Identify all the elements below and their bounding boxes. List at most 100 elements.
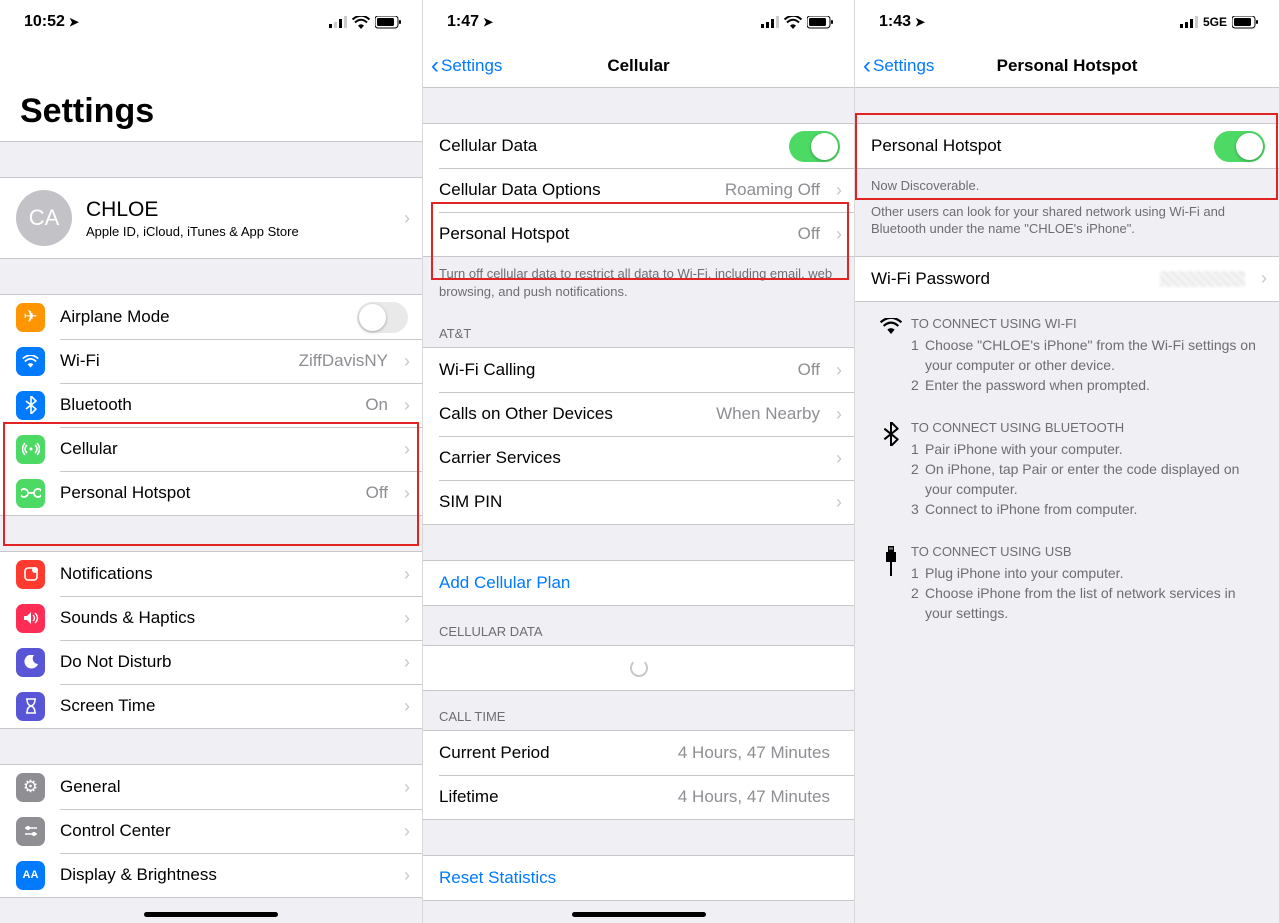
display-row[interactable]: AA Display & Brightness › [0, 853, 422, 897]
sim-pin-row[interactable]: SIM PIN › [423, 480, 854, 524]
calls-other-label: Calls on Other Devices [439, 404, 613, 424]
cellular-icon [16, 435, 45, 464]
cellular-data-options-row[interactable]: Cellular Data Options Roaming Off › [423, 168, 854, 212]
chevron-right-icon: › [404, 777, 410, 798]
instr-wifi-1: Choose "CHLOE's iPhone" from the Wi-Fi s… [925, 335, 1263, 376]
airplane-mode-row[interactable]: ✈︎ Airplane Mode [0, 295, 422, 339]
screentime-label: Screen Time [60, 696, 155, 716]
chevron-right-icon: › [404, 564, 410, 585]
wifi-password-label: Wi-Fi Password [871, 269, 990, 289]
gear-icon: ⚙︎ [16, 773, 45, 802]
bluetooth-icon [871, 420, 911, 520]
bluetooth-row[interactable]: Bluetooth On › [0, 383, 422, 427]
control-center-row[interactable]: Control Center › [0, 809, 422, 853]
loading-row [423, 646, 854, 690]
chevron-right-icon: › [404, 483, 410, 504]
screentime-row[interactable]: Screen Time › [0, 684, 422, 728]
airplane-toggle[interactable] [357, 302, 408, 333]
dnd-row[interactable]: Do Not Disturb › [0, 640, 422, 684]
wifi-value: ZiffDavisNY [299, 351, 388, 371]
hotspot-value: Off [366, 483, 388, 503]
notifications-row[interactable]: Notifications › [0, 552, 422, 596]
add-cellular-plan-label: Add Cellular Plan [439, 573, 570, 593]
battery-icon [807, 16, 834, 29]
chevron-right-icon: › [836, 180, 842, 201]
calls-other-row[interactable]: Calls on Other Devices When Nearby › [423, 392, 854, 436]
notifications-label: Notifications [60, 564, 153, 584]
display-icon: AA [16, 861, 45, 890]
reset-statistics-label: Reset Statistics [439, 868, 556, 888]
wifi-calling-label: Wi-Fi Calling [439, 360, 535, 380]
usb-icon [871, 544, 911, 624]
control-center-label: Control Center [60, 821, 171, 841]
cellular-label: Cellular [60, 439, 118, 459]
personal-hotspot-screen: 1:43 ➤ 5GE ‹ Settings Personal Hotspot P… [855, 0, 1280, 923]
personal-hotspot-row[interactable]: Personal Hotspot Off › [0, 471, 422, 515]
sim-pin-label: SIM PIN [439, 492, 502, 512]
bluetooth-label: Bluetooth [60, 395, 132, 415]
control-center-icon [16, 817, 45, 846]
dnd-label: Do Not Disturb [60, 652, 171, 672]
general-row[interactable]: ⚙︎ General › [0, 765, 422, 809]
personal-hotspot-label: Personal Hotspot [439, 224, 569, 244]
cellular-data-row[interactable]: Cellular Data [423, 124, 854, 168]
reset-statistics-row[interactable]: Reset Statistics [423, 856, 854, 900]
chevron-right-icon: › [404, 821, 410, 842]
connect-bluetooth-instructions: TO CONNECT USING BLUETOOTH 1Pair iPhone … [855, 406, 1279, 530]
wifi-calling-row[interactable]: Wi-Fi Calling Off › [423, 348, 854, 392]
chevron-right-icon: › [836, 404, 842, 425]
sounds-row[interactable]: Sounds & Haptics › [0, 596, 422, 640]
instr-bt-3: Connect to iPhone from computer. [925, 499, 1137, 519]
wifi-icon [784, 16, 802, 29]
battery-icon [375, 16, 402, 29]
calls-other-value: When Nearby [716, 404, 820, 424]
personal-hotspot-toggle[interactable] [1214, 131, 1265, 162]
location-arrow-icon: ➤ [69, 15, 79, 29]
wifi-password-row[interactable]: Wi-Fi Password › [855, 257, 1279, 301]
instr-usb-head: TO CONNECT USING USB [911, 544, 1263, 559]
spinner-icon [630, 659, 648, 677]
personal-hotspot-toggle-row[interactable]: Personal Hotspot [855, 124, 1279, 168]
cellular-screen: 1:47 ➤ ‹ Settings Cellular Cellular Data… [423, 0, 855, 923]
add-cellular-plan-row[interactable]: Add Cellular Plan [423, 561, 854, 605]
chevron-right-icon: › [836, 448, 842, 469]
home-indicator [572, 912, 706, 917]
cellular-row[interactable]: Cellular › [0, 427, 422, 471]
wifi-password-value [1160, 271, 1245, 287]
cellular-data-toggle[interactable] [789, 131, 840, 162]
hotspot-icon [16, 479, 45, 508]
chevron-right-icon: › [404, 395, 410, 416]
network-type: 5GE [1203, 15, 1227, 29]
carrier-services-label: Carrier Services [439, 448, 561, 468]
wifi-icon [352, 16, 370, 29]
nav-title: Personal Hotspot [855, 56, 1279, 76]
page-title: Settings [0, 44, 422, 141]
status-time: 10:52 [24, 13, 65, 31]
sounds-label: Sounds & Haptics [60, 608, 195, 628]
wifi-settings-icon [16, 347, 45, 376]
instr-bt-head: TO CONNECT USING BLUETOOTH [911, 420, 1263, 435]
chevron-right-icon: › [404, 608, 410, 629]
cellular-data-label: Cellular Data [439, 136, 537, 156]
notifications-icon [16, 560, 45, 589]
location-arrow-icon: ➤ [483, 15, 493, 29]
chevron-right-icon: › [404, 439, 410, 460]
personal-hotspot-row[interactable]: Personal Hotspot Off › [423, 212, 854, 256]
wifi-label: Wi-Fi [60, 351, 100, 371]
call-time-header: CALL TIME [423, 691, 854, 730]
wifi-row[interactable]: Wi-Fi ZiffDavisNY › [0, 339, 422, 383]
settings-screen: 10:52 ➤ Settings CA CHLOE Apple ID, iClo… [0, 0, 423, 923]
carrier-services-row[interactable]: Carrier Services › [423, 436, 854, 480]
discoverable-note: Now Discoverable. [855, 169, 1279, 203]
apple-id-row[interactable]: CA CHLOE Apple ID, iCloud, iTunes & App … [0, 178, 422, 258]
hourglass-icon [16, 692, 45, 721]
cellular-signal-icon [761, 16, 779, 28]
airplane-label: Airplane Mode [60, 307, 170, 327]
chevron-right-icon: › [404, 351, 410, 372]
cellular-signal-icon [329, 16, 347, 28]
current-period-row: Current Period 4 Hours, 47 Minutes [423, 731, 854, 775]
profile-subtitle: Apple ID, iCloud, iTunes & App Store [86, 224, 299, 239]
avatar: CA [16, 190, 72, 246]
current-period-value: 4 Hours, 47 Minutes [678, 743, 830, 763]
profile-name: CHLOE [86, 198, 299, 222]
